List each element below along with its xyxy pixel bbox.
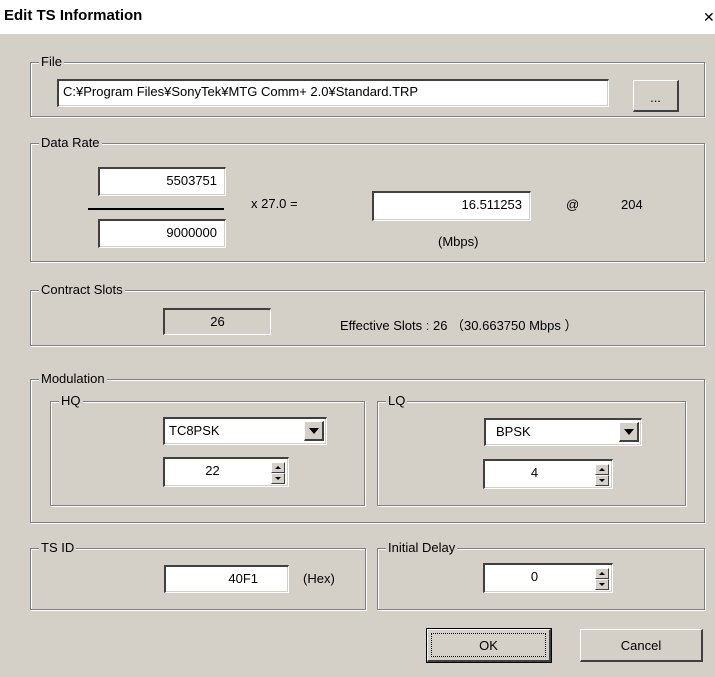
ts-id-group-label: TS ID (39, 540, 77, 556)
at-symbol: @ (566, 197, 580, 212)
numerator-input[interactable]: 5503751 (98, 167, 226, 196)
fraction-divider (88, 208, 224, 210)
initial-delay-spinner[interactable]: 0 (483, 563, 613, 593)
lq-spin-buttons[interactable] (595, 464, 609, 486)
denominator-input[interactable]: 9000000 (98, 219, 226, 248)
hq-spin-up-icon[interactable] (271, 462, 285, 473)
title-bar: Edit TS Information ✕ (0, 0, 715, 34)
hq-slots-spinner[interactable]: 22 (163, 457, 289, 487)
modulation-group-label: Modulation (39, 371, 107, 387)
ts-id-input[interactable]: 40F1 (164, 565, 289, 593)
close-icon[interactable]: ✕ (703, 9, 715, 25)
initial-delay-spin-down-icon[interactable] (595, 579, 609, 590)
lq-dropdown-arrow-icon[interactable] (619, 422, 639, 442)
data-rate-result-field: 16.511253 (372, 191, 531, 221)
hq-modulation-select[interactable]: TC8PSK (163, 417, 327, 445)
data-rate-unit: (Mbps) (438, 234, 479, 249)
contract-slots-value: 26 (163, 308, 271, 335)
contract-slots-group-label: Contract Slots (39, 282, 125, 298)
hq-group-label: HQ (59, 393, 83, 409)
hq-modulation-value: TC8PSK (169, 423, 220, 438)
data-rate-group-label: Data Rate (39, 135, 102, 151)
browse-button[interactable]: ... (633, 80, 679, 112)
file-path-input[interactable]: C:¥Program Files¥SonyTek¥MTG Comm+ 2.0¥S… (57, 79, 609, 107)
ok-button[interactable]: OK (426, 628, 552, 663)
effective-slots-text: Effective Slots : 26 （30.663750 Mbps ） (340, 318, 578, 333)
lq-spin-up-icon[interactable] (595, 464, 609, 475)
dialog-title: Edit TS Information (4, 7, 143, 24)
cancel-button[interactable]: Cancel (580, 629, 703, 662)
ts-id-unit: (Hex) (303, 571, 335, 586)
lq-slots-value: 4 (530, 465, 539, 480)
lq-spin-down-icon[interactable] (595, 475, 609, 486)
ok-focus-rect (431, 633, 546, 657)
lq-group: LQ (377, 393, 686, 506)
edit-ts-dialog: Edit TS Information ✕ File C:¥Program Fi… (0, 0, 715, 677)
initial-delay-group-label: Initial Delay (386, 540, 458, 556)
packet-size-value: 204 (621, 197, 643, 212)
initial-delay-spin-up-icon[interactable] (595, 568, 609, 579)
lq-modulation-select[interactable]: BPSK (484, 418, 642, 446)
lq-slots-spinner[interactable]: 4 (483, 459, 613, 489)
hq-slots-value: 22 (205, 463, 220, 478)
hq-spin-buttons[interactable] (271, 462, 285, 484)
file-group-label: File (39, 54, 64, 70)
hq-spin-down-icon[interactable] (271, 473, 285, 484)
lq-group-label: LQ (386, 393, 408, 409)
initial-delay-spin-buttons[interactable] (595, 568, 609, 590)
multiplier-text: x 27.0 = (251, 196, 298, 211)
initial-delay-value: 0 (530, 569, 539, 584)
lq-modulation-value: BPSK (496, 424, 531, 439)
hq-dropdown-arrow-icon[interactable] (304, 421, 324, 441)
